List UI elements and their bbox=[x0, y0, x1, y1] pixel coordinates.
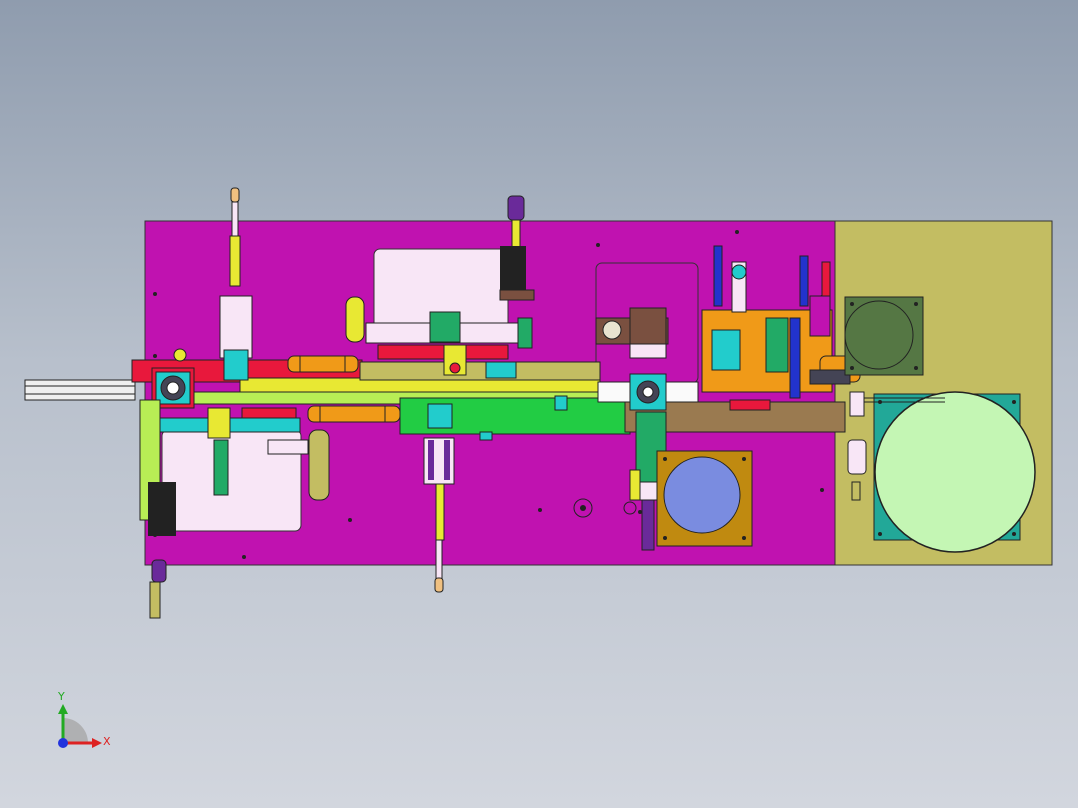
motor-plate-blue bbox=[656, 450, 753, 547]
motor-top-right bbox=[844, 296, 924, 376]
feed-rail bbox=[24, 379, 136, 401]
rotary-station-middle bbox=[629, 373, 667, 411]
orange-cylinder-1 bbox=[287, 355, 359, 373]
triad-x-label: X bbox=[103, 735, 111, 748]
disc-feeder-right bbox=[847, 391, 1036, 553]
coordinate-triad: Y X bbox=[57, 690, 111, 748]
triad-y-label: Y bbox=[57, 690, 65, 703]
cad-viewport[interactable]: Y X bbox=[0, 0, 1078, 808]
orange-cylinder-2 bbox=[307, 405, 401, 423]
conveyor-olive bbox=[359, 361, 601, 381]
